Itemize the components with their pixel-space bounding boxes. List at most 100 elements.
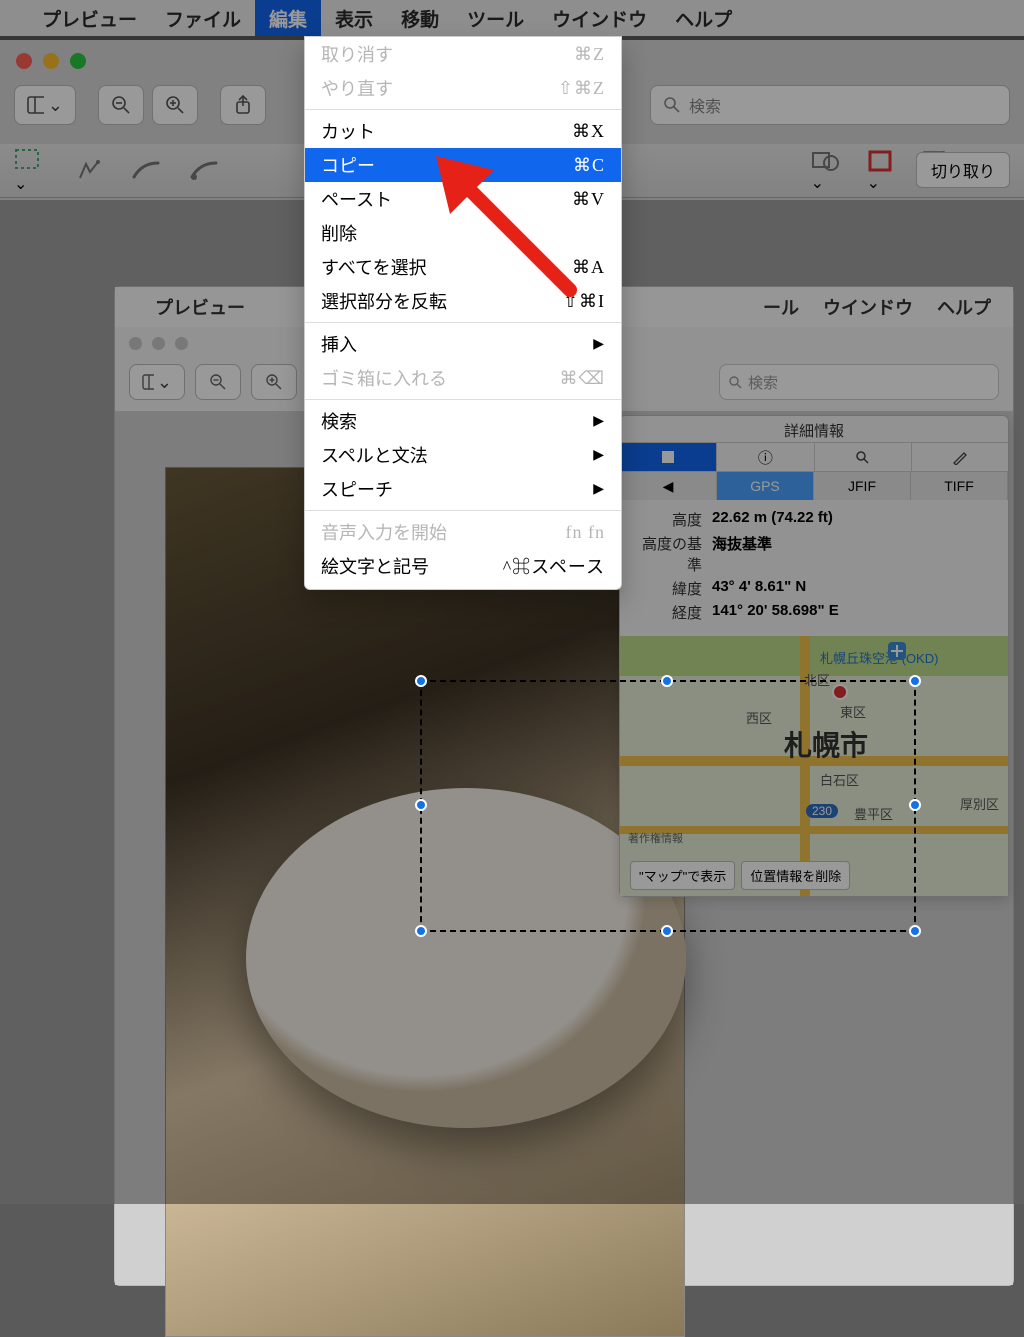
edit-menu-item[interactable]: 選択部分を反転 ⇧⌘I (305, 284, 621, 318)
menu-item-shortcut: ⇧⌘Z (558, 78, 605, 99)
selection-marquee[interactable] (420, 680, 916, 932)
system-menubar: プレビュー ファイル 編集 表示 移動 ツール ウインドウ ヘルプ (0, 0, 1024, 36)
inner-zoom-out (195, 364, 241, 400)
handle-n[interactable] (661, 675, 673, 687)
sidebar-mode-button[interactable]: ⌄ (14, 85, 76, 125)
search-placeholder: 検索 (689, 93, 721, 117)
menubar-window[interactable]: ウインドウ (538, 0, 661, 36)
gps-key-lat: 緯度 (630, 578, 702, 599)
menu-item-shortcut: ⌘V (572, 189, 605, 210)
chevron-down-icon: ⌄ (157, 372, 172, 393)
inspector-subtab-tiff[interactable]: TIFF (911, 472, 1008, 500)
menubar-help[interactable]: ヘルプ (661, 0, 746, 36)
inner-sidebar-mode-button: ⌄ (129, 364, 185, 400)
select-tool-button[interactable]: ⌄ (14, 148, 48, 194)
edit-menu-item[interactable]: スピーチ▶ (305, 472, 621, 506)
edit-menu-item[interactable]: カット⌘X (305, 114, 621, 148)
handle-e[interactable] (909, 799, 921, 811)
shapes-button[interactable]: ⌄ (811, 149, 839, 193)
gps-key-alt: 高度 (630, 509, 702, 530)
inspector-subtab-jfif[interactable]: JFIF (814, 472, 911, 500)
gps-key-altref: 高度の基準 (630, 533, 702, 575)
chevron-down-icon: ⌄ (867, 175, 880, 192)
zoom-in-button[interactable] (152, 85, 198, 125)
close-icon (129, 337, 142, 350)
inner-search-placeholder: 検索 (748, 372, 778, 393)
minimize-icon[interactable] (43, 53, 59, 69)
share-button[interactable] (220, 85, 266, 125)
edit-menu-item[interactable]: 削除 (305, 216, 621, 250)
edit-menu-item[interactable]: 検索▶ (305, 404, 621, 438)
handle-w[interactable] (415, 799, 427, 811)
handle-ne[interactable] (909, 675, 921, 687)
sketch-button[interactable] (132, 159, 162, 183)
menu-item-label: 挿入 (321, 331, 357, 357)
gps-key-lon: 経度 (630, 602, 702, 623)
inner-menubar-app: プレビュー (143, 294, 257, 320)
handle-se[interactable] (909, 925, 921, 937)
airplane-icon (888, 642, 906, 660)
edit-menu-item[interactable]: 絵文字と記号^⌘スペース (305, 549, 621, 583)
chevron-down-icon: ⌄ (14, 176, 27, 193)
inner-search-input: 検索 (719, 364, 999, 400)
menubar-app[interactable]: プレビュー (28, 0, 151, 36)
edit-menu-item[interactable]: ペースト ⌘V (305, 182, 621, 216)
menu-item-label: 絵文字と記号 (321, 553, 429, 579)
menubar-tools[interactable]: ツール (453, 0, 538, 36)
zoom-icon (175, 337, 188, 350)
submenu-arrow-icon: ▶ (593, 447, 605, 464)
menubar-edit[interactable]: 編集 (255, 0, 321, 36)
draw-button[interactable] (190, 159, 220, 183)
edit-menu-item[interactable]: 挿入▶ (305, 327, 621, 361)
close-icon[interactable] (16, 53, 32, 69)
border-color-button[interactable]: ⌄ (867, 149, 893, 193)
chevron-down-icon: ⌄ (48, 95, 63, 116)
inspector-subtab-gps[interactable]: GPS (717, 472, 814, 500)
inspector-tab-annotate[interactable] (912, 443, 1008, 471)
menubar-file[interactable]: ファイル (151, 0, 255, 36)
edit-menu-item: 取り消す⌘Z (305, 37, 621, 71)
search-icon (661, 94, 683, 116)
search-input[interactable]: 検索 (650, 85, 1010, 125)
edit-menu-item[interactable]: スペルと文法 ▶ (305, 438, 621, 472)
gps-table: 高度22.62 m (74.22 ft) 高度の基準海抜基準 緯度43° 4' … (620, 500, 1008, 636)
inspector-tab-search[interactable] (815, 443, 912, 471)
menubar-view[interactable]: 表示 (321, 0, 387, 36)
handle-nw[interactable] (415, 675, 427, 687)
edit-menu-item: ゴミ箱に入れる⌘⌫ (305, 361, 621, 395)
inspector-tab-info[interactable]: ⓘ (717, 443, 814, 471)
inspector-top-tabs: ⓘ (620, 442, 1008, 472)
menu-item-label: コピー (321, 152, 375, 178)
menu-item-label: 選択部分を反転 (321, 288, 447, 314)
inspector-sub-tabs: ◀ GPS JFIF TIFF (620, 472, 1008, 500)
menu-item-label: 検索 (321, 408, 357, 434)
instant-alpha-button[interactable] (76, 158, 104, 184)
menu-item-label: スペルと文法 (321, 442, 428, 468)
map-label-airport: 札幌丘珠空港 (OKD) (820, 648, 938, 667)
handle-s[interactable] (661, 925, 673, 937)
edit-menu-item[interactable]: コピー⌘C (305, 148, 621, 182)
inspector-title: 詳細情報 (620, 416, 1008, 442)
edit-menu-item[interactable]: すべてを選択⌘A (305, 250, 621, 284)
inner-menubar-tools: ール (751, 294, 811, 320)
menu-item-shortcut: ⇧⌘I (563, 291, 605, 312)
menu-item-label: ゴミ箱に入れる (321, 365, 447, 391)
search-icon (728, 375, 743, 390)
info-icon: ⓘ (758, 447, 773, 468)
crop-button[interactable]: 切り取り (916, 152, 1010, 188)
inner-traffic-lights (129, 337, 188, 350)
zoom-out-button[interactable] (98, 85, 144, 125)
handle-sw[interactable] (415, 925, 427, 937)
inspector-subtab-prev[interactable]: ◀ (620, 472, 717, 500)
inspector-tab-general[interactable] (620, 443, 717, 471)
menu-item-shortcut: ⌘Z (574, 44, 605, 65)
inner-zoom-in (251, 364, 297, 400)
zoom-icon[interactable] (70, 53, 86, 69)
chevron-down-icon: ⌄ (811, 175, 824, 192)
gps-val-lon: 141° 20' 58.698" E (712, 602, 839, 623)
menu-item-label: ペースト (321, 186, 392, 212)
inner-menubar-help: ヘルプ (925, 294, 1003, 320)
menu-item-label: カット (321, 118, 375, 144)
menubar-go[interactable]: 移動 (387, 0, 453, 36)
menu-item-label: すべてを選択 (321, 254, 427, 280)
